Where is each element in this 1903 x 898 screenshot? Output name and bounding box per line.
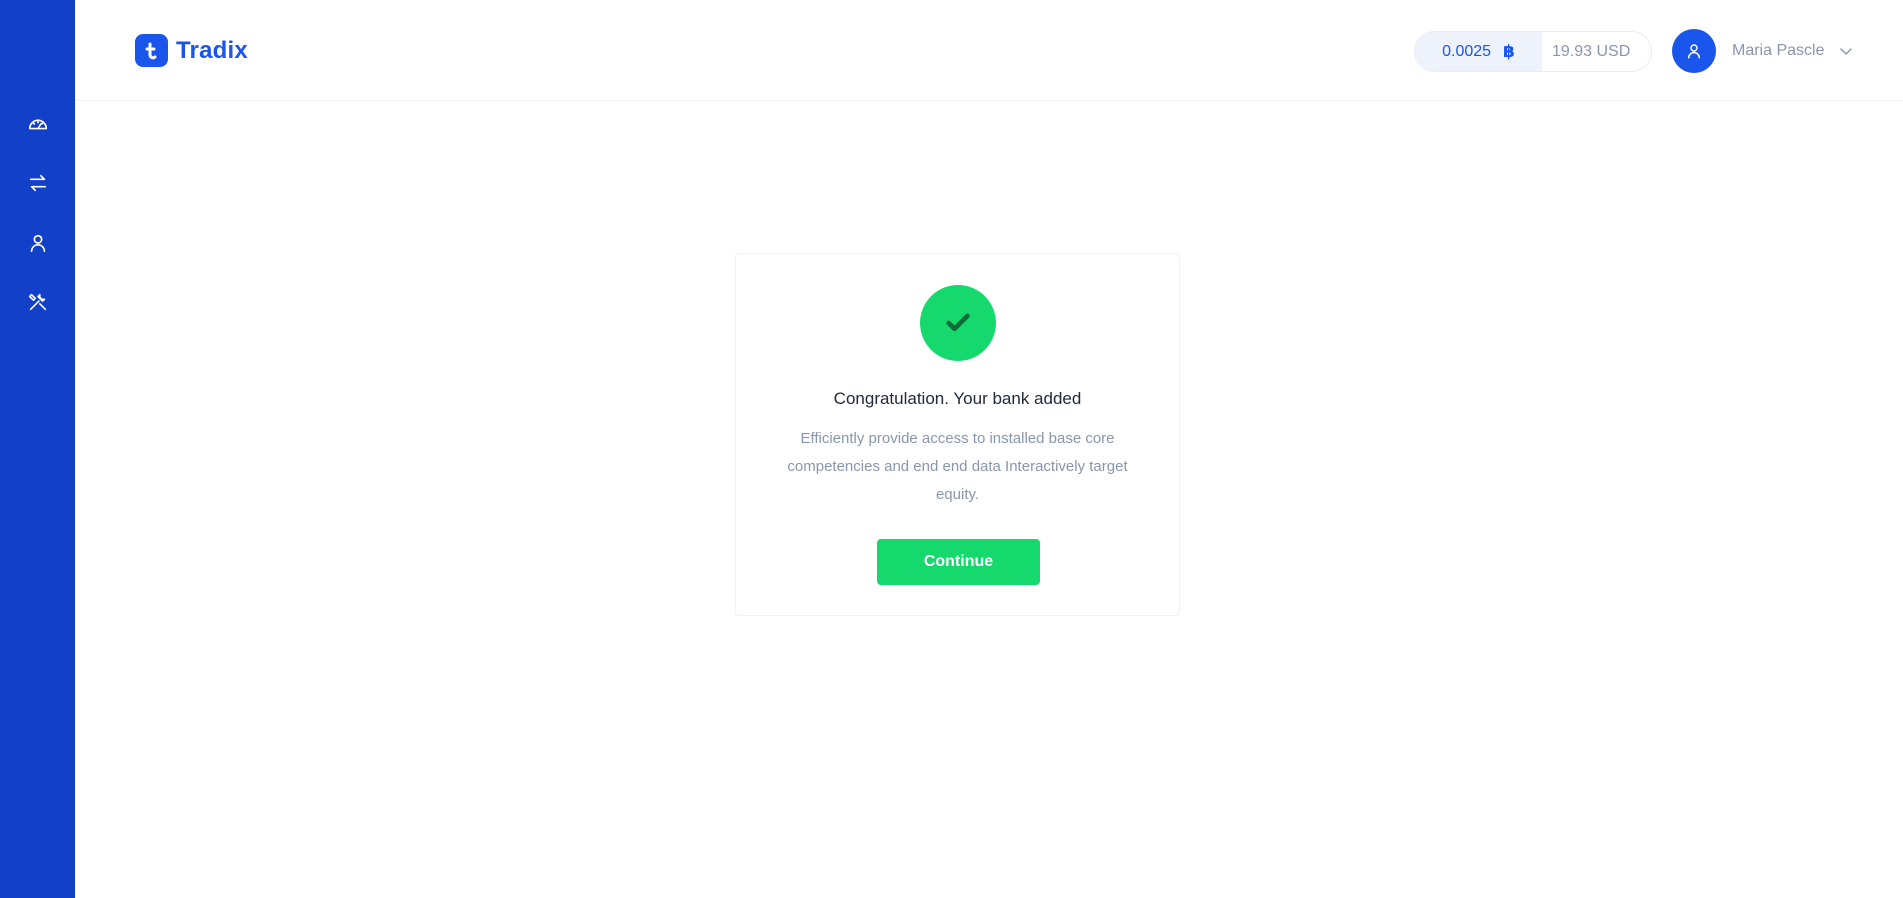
sidebar-item-profile[interactable]	[0, 221, 75, 265]
brand-logo[interactable]: Tradix	[135, 34, 248, 67]
fiat-balance: 19.93 USD	[1542, 32, 1651, 71]
exchange-arrows-icon	[29, 174, 46, 192]
check-icon	[946, 313, 970, 332]
user-menu[interactable]: Maria Pascle	[1672, 29, 1854, 73]
sidebar-item-dashboard[interactable]	[0, 102, 75, 146]
sidebar-item-settings[interactable]	[0, 280, 75, 324]
avatar	[1672, 29, 1716, 73]
user-icon	[30, 234, 45, 253]
continue-button[interactable]: Continue	[877, 539, 1040, 585]
chevron-down-icon	[1840, 48, 1853, 55]
success-card: Congratulation. Your bank added Efficien…	[735, 253, 1180, 616]
user-name: Maria Pascle	[1732, 42, 1825, 59]
crypto-amount: 0.0025	[1442, 42, 1492, 60]
settings-tools-icon	[28, 293, 46, 311]
card-title: Congratulation. Your bank added	[833, 389, 1082, 408]
success-check-badge	[920, 285, 996, 361]
user-icon	[1688, 44, 1700, 59]
sidebar-item-exchange[interactable]	[0, 161, 75, 205]
crypto-balance: 0.0025 ฿	[1415, 32, 1542, 71]
logo-mark-icon	[135, 34, 168, 67]
top-header: Tradix 0.0025 ฿ 19.93 USD Maria Pascle	[75, 0, 1903, 101]
brand-name: Tradix	[176, 36, 248, 64]
card-description: Efficiently provide access to installed …	[787, 430, 1128, 503]
sidebar	[0, 0, 75, 898]
dashboard-gauge-icon	[28, 119, 47, 130]
bitcoin-icon: ฿	[1503, 41, 1515, 61]
balance-widget[interactable]: 0.0025 ฿ 19.93 USD	[1414, 31, 1652, 72]
